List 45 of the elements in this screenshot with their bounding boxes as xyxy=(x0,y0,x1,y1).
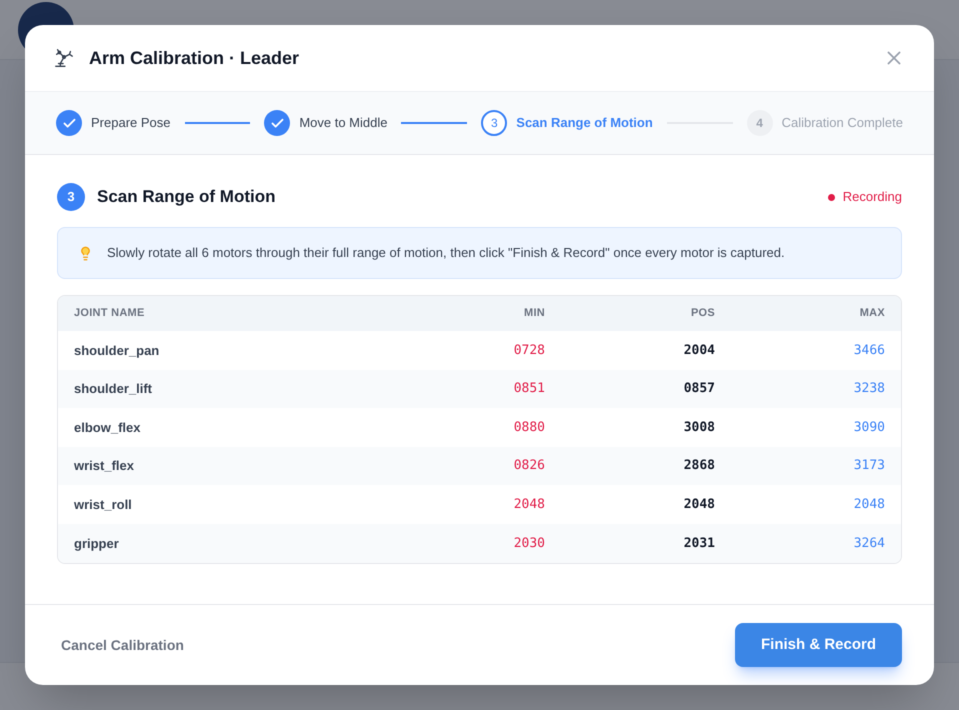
position-value: 2004 xyxy=(684,342,715,360)
robot-arm-icon xyxy=(53,47,75,69)
column-header: MIN xyxy=(524,306,545,322)
step-number: 3 xyxy=(481,110,508,136)
min-value: 0880 xyxy=(514,418,545,437)
joint-name: gripper xyxy=(74,534,120,553)
step-number: 4 xyxy=(746,110,773,136)
joint-name: wrist_flex xyxy=(74,457,135,476)
step-label: Prepare Pose xyxy=(91,114,170,132)
position-value: 2048 xyxy=(684,496,715,514)
dialog-title: Arm Calibration · Leader xyxy=(89,46,300,70)
step-connector xyxy=(401,122,468,124)
position-value: 2031 xyxy=(684,534,715,553)
joint-name: shoulder_lift xyxy=(74,380,154,398)
min-value: 2030 xyxy=(514,534,545,553)
joint-name: elbow_flex xyxy=(74,418,142,437)
column-header: JOINT NAME xyxy=(74,306,146,322)
min-value: 2048 xyxy=(514,496,545,514)
max-value: 3090 xyxy=(854,418,885,437)
tip-text: Slowly rotate all 6 motors through their full range of motion, then click "Finish & Record" once every motor is captured. xyxy=(107,244,785,262)
min-value: 0851 xyxy=(514,380,545,398)
position-value: 2868 xyxy=(684,457,715,476)
step-connector xyxy=(184,122,250,124)
section-number: 3 xyxy=(57,183,85,211)
min-value: 0826 xyxy=(514,457,545,476)
max-value: 2048 xyxy=(854,496,885,514)
cancel-calibration-button[interactable]: Cancel Calibration xyxy=(61,634,184,656)
step-label: Scan Range of Motion xyxy=(516,114,653,132)
min-value: 0728 xyxy=(514,342,545,360)
column-header: POS xyxy=(690,306,715,322)
joint-name: wrist_roll xyxy=(74,496,133,514)
step-label: Calibration Complete xyxy=(782,114,903,132)
position-value: 3008 xyxy=(684,418,715,437)
max-value: 3466 xyxy=(854,342,885,360)
step-label: Move to Middle xyxy=(299,114,388,132)
max-value: 3238 xyxy=(854,380,885,398)
joint-name: shoulder_pan xyxy=(74,342,160,360)
recording-status: Recording xyxy=(842,188,902,206)
position-value: 0857 xyxy=(684,380,715,398)
finish-record-button[interactable]: Finish & Record xyxy=(734,623,902,667)
max-value: 3173 xyxy=(854,457,885,476)
max-value: 3264 xyxy=(854,534,885,553)
section-title: Scan Range of Motion xyxy=(97,186,276,208)
column-header: MAX xyxy=(860,306,885,322)
lightbulb-icon xyxy=(78,246,93,260)
